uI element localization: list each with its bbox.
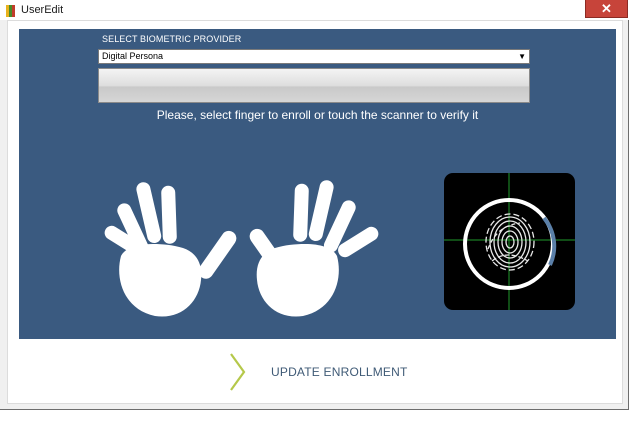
app-icon [6, 5, 16, 17]
fingerprint-scanner[interactable] [444, 173, 575, 310]
hands-illustration [104, 180, 379, 317]
triangle-down-icon[interactable]: ▼ [518, 50, 526, 63]
status-bar [98, 68, 530, 103]
title-bar[interactable]: UserEdit ✕ [0, 0, 629, 20]
window-title: UserEdit [21, 4, 64, 16]
close-icon: ✕ [601, 1, 612, 16]
update-enrollment-button[interactable]: UPDATE ENROLLMENT [228, 352, 428, 392]
right-hand [249, 180, 379, 317]
update-enrollment-label: UPDATE ENROLLMENT [271, 365, 408, 379]
app-window: UserEdit ✕ SELECT BIOMETRIC PROVIDER Dig… [0, 0, 629, 410]
left-hand [104, 182, 239, 317]
provider-select[interactable]: Digital Persona ▼ [98, 49, 530, 64]
biometric-panel: SELECT BIOMETRIC PROVIDER Digital Person… [19, 29, 616, 339]
chevron-right-icon [230, 353, 246, 391]
provider-label: SELECT BIOMETRIC PROVIDER [102, 34, 242, 44]
left-hand-finger[interactable] [161, 185, 177, 244]
left-palm [119, 244, 202, 317]
right-hand-finger[interactable] [293, 183, 309, 242]
provider-select-value: Digital Persona [102, 51, 164, 61]
instruction-text: Please, select finger to enroll or touch… [156, 108, 479, 122]
close-button[interactable]: ✕ [585, 0, 628, 18]
left-hand-thumb[interactable] [195, 228, 239, 282]
